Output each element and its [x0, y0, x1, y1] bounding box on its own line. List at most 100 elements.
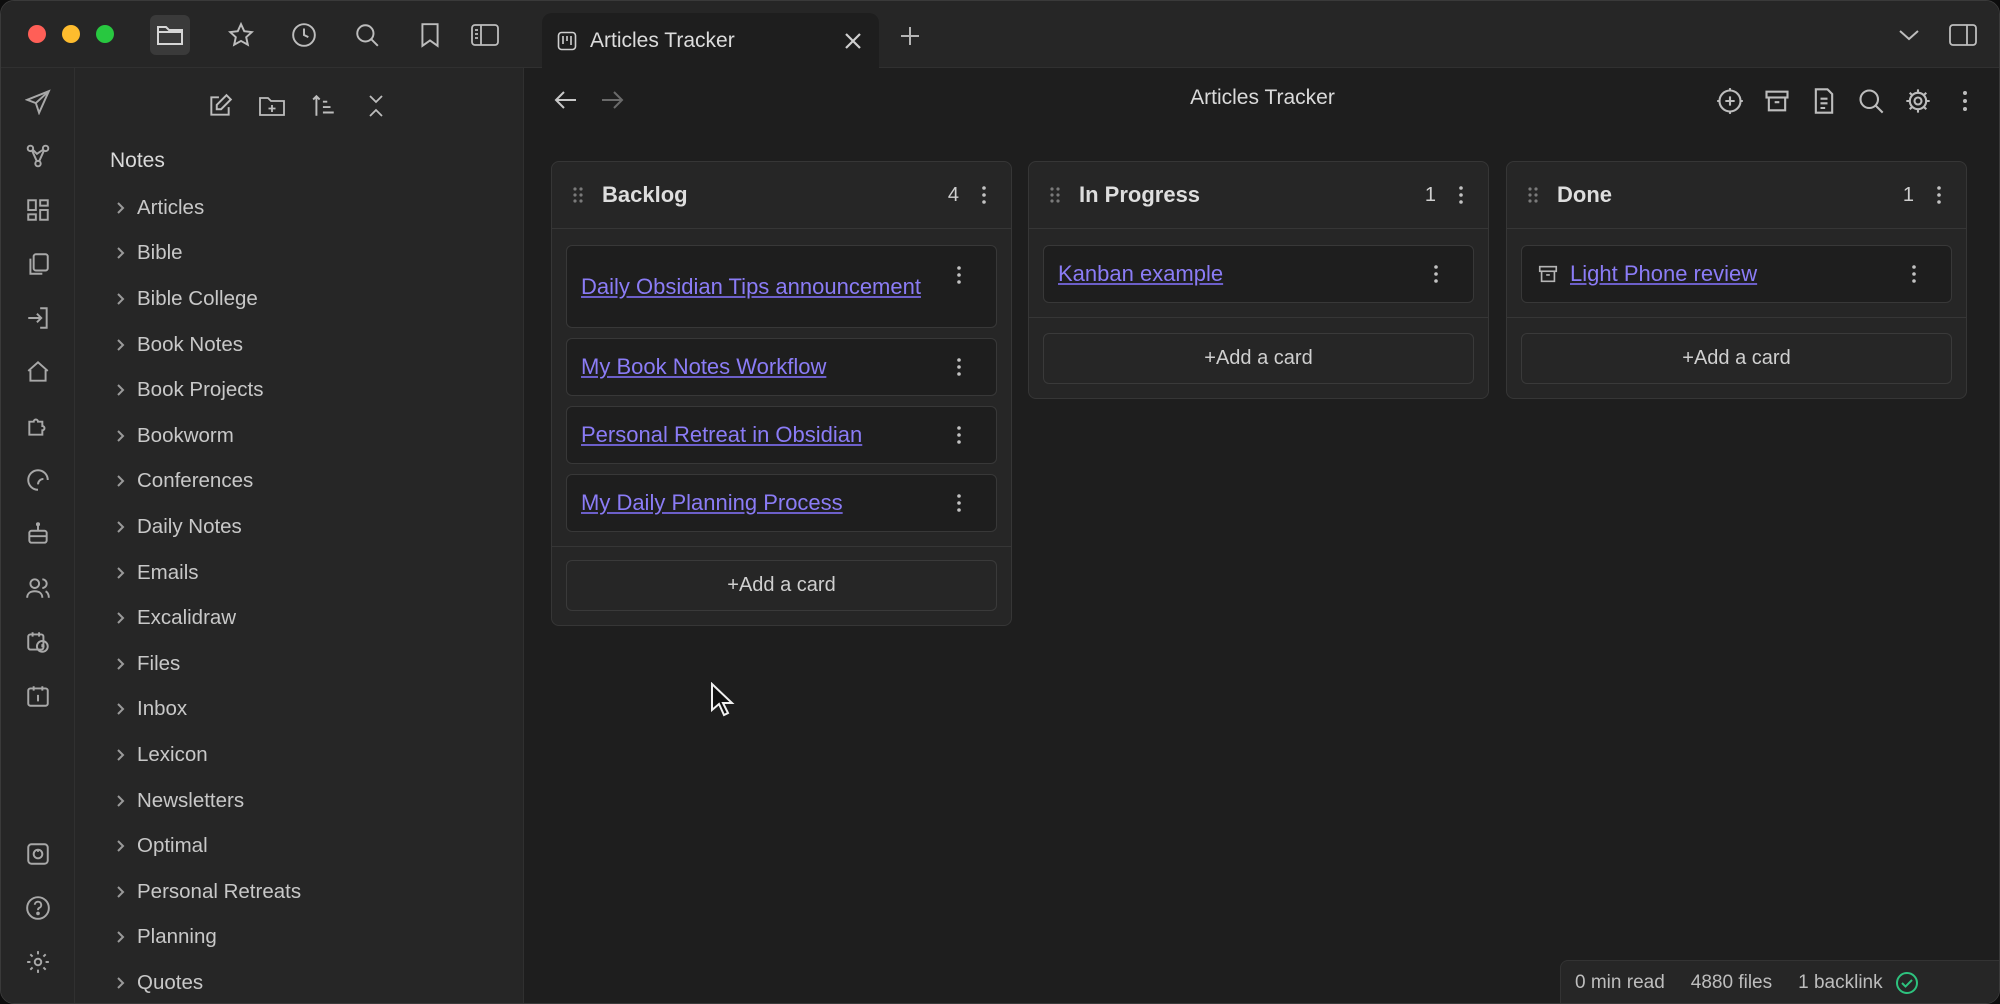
kanban-card[interactable]: Personal Retreat in Obsidian	[566, 406, 997, 464]
card-menu-icon[interactable]	[944, 352, 974, 382]
folder-item[interactable]: Excalidraw	[109, 595, 509, 641]
add-list-plus-circle-icon[interactable]	[1711, 82, 1748, 119]
home-icon[interactable]	[19, 353, 57, 391]
back-arrow-icon[interactable]	[548, 82, 584, 118]
new-note-icon[interactable]	[200, 86, 240, 126]
folder-label: Planning	[137, 925, 217, 949]
plugin-puzzle-icon[interactable]	[19, 407, 57, 445]
card-link[interactable]: Daily Obsidian Tips announcement	[567, 272, 944, 302]
kanban-card[interactable]: Kanban example	[1043, 245, 1474, 303]
help-question-icon[interactable]	[19, 889, 57, 927]
file-explorer-toolbar	[200, 86, 396, 126]
folder-item[interactable]: Bible College	[109, 276, 509, 322]
folder-label: Personal Retreats	[137, 879, 302, 903]
lane-title[interactable]: Done	[1557, 182, 1903, 208]
bookmarks-icon[interactable]	[410, 15, 450, 55]
card-link[interactable]: My Daily Planning Process	[567, 488, 944, 518]
card-menu-icon[interactable]	[944, 420, 974, 450]
add-card-button[interactable]: +Add a card	[1043, 333, 1474, 384]
file-explorer-icon[interactable]	[150, 15, 190, 55]
vault-name[interactable]: Notes	[110, 149, 165, 173]
import-login-icon[interactable]	[19, 299, 57, 337]
vault-switcher-icon[interactable]	[19, 835, 57, 873]
add-card-button[interactable]: +Add a card	[566, 560, 997, 611]
more-options-icon[interactable]	[1946, 82, 1983, 119]
folder-item[interactable]: Optimal	[109, 823, 509, 869]
bookmark-star-icon[interactable]	[221, 15, 261, 55]
card-menu-icon[interactable]	[1899, 259, 1929, 289]
settings-gear-icon[interactable]	[19, 943, 57, 981]
folder-item[interactable]: Book Projects	[109, 367, 509, 413]
tab-list-chevron-down-icon[interactable]	[1889, 15, 1929, 55]
kanban-board-icon	[556, 30, 578, 52]
toggle-right-sidebar-icon[interactable]	[1943, 15, 1983, 55]
close-window-button[interactable]	[28, 25, 46, 43]
toggle-left-sidebar-icon[interactable]	[465, 15, 505, 55]
lane-title[interactable]: In Progress	[1079, 182, 1425, 208]
collapse-all-icon[interactable]	[356, 86, 396, 126]
add-card-button[interactable]: +Add a card	[1521, 333, 1952, 384]
minimize-window-button[interactable]	[62, 25, 80, 43]
drag-handle-icon[interactable]	[1045, 185, 1065, 205]
card-link[interactable]: My Book Notes Workflow	[567, 352, 944, 382]
folder-item[interactable]: Personal Retreats	[109, 869, 509, 915]
new-tab-plus-icon[interactable]	[891, 17, 929, 55]
daily-note-calendar-icon[interactable]	[19, 677, 57, 715]
lane-menu-icon[interactable]	[1446, 180, 1476, 210]
folder-item[interactable]: Lexicon	[109, 732, 509, 778]
send-paper-plane-icon[interactable]	[19, 83, 57, 121]
card-link[interactable]: Kanban example	[1044, 259, 1421, 289]
folder-item[interactable]: Emails	[109, 550, 509, 596]
maximize-window-button[interactable]	[96, 25, 114, 43]
drag-handle-icon[interactable]	[568, 185, 588, 205]
folder-item[interactable]: Conferences	[109, 459, 509, 505]
folder-item[interactable]: Daily Notes	[109, 504, 509, 550]
archive-box-icon[interactable]	[1758, 82, 1795, 119]
folder-item[interactable]: Newsletters	[109, 778, 509, 824]
kanban-card[interactable]: My Daily Planning Process	[566, 474, 997, 532]
lane-menu-icon[interactable]	[969, 180, 999, 210]
card-link[interactable]: Personal Retreat in Obsidian	[567, 420, 944, 450]
card-menu-icon[interactable]	[944, 260, 974, 290]
lane-title[interactable]: Backlog	[602, 182, 948, 208]
folder-label: Articles	[137, 195, 205, 219]
folder-item[interactable]: Bookworm	[109, 413, 509, 459]
card-menu-icon[interactable]	[1421, 259, 1451, 289]
dashboard-grid-icon[interactable]	[19, 191, 57, 229]
lane-header: Backlog 4	[552, 162, 1011, 229]
drag-handle-icon[interactable]	[1523, 185, 1543, 205]
robot-icon[interactable]	[19, 515, 57, 553]
calendar-clock-icon[interactable]	[19, 623, 57, 661]
folder-item[interactable]: Book Notes	[109, 322, 509, 368]
graph-view-icon[interactable]	[19, 137, 57, 175]
tab-articles-tracker[interactable]: Articles Tracker	[542, 13, 879, 69]
kanban-card[interactable]: My Book Notes Workflow	[566, 338, 997, 396]
close-tab-icon[interactable]	[835, 23, 871, 59]
kanban-card[interactable]: Light Phone review	[1521, 245, 1952, 303]
sort-order-icon[interactable]	[304, 86, 344, 126]
folder-item[interactable]: Inbox	[109, 687, 509, 733]
readwise-arc-icon[interactable]	[19, 461, 57, 499]
card-menu-icon[interactable]	[944, 488, 974, 518]
folder-item[interactable]: Planning	[109, 915, 509, 961]
tab-title: Articles Tracker	[590, 29, 735, 52]
board-settings-gear-icon[interactable]	[1899, 82, 1936, 119]
lane-menu-icon[interactable]	[1924, 180, 1954, 210]
people-users-icon[interactable]	[19, 569, 57, 607]
new-folder-icon[interactable]	[252, 86, 292, 126]
open-as-markdown-icon[interactable]	[1805, 82, 1842, 119]
sync-status-check-icon[interactable]	[1895, 971, 1919, 995]
kanban-card[interactable]: Daily Obsidian Tips announcement	[566, 245, 997, 328]
copy-documents-icon[interactable]	[19, 245, 57, 283]
folder-item[interactable]: Files	[109, 641, 509, 687]
folder-item[interactable]: Quotes	[109, 960, 509, 1003]
recent-files-clock-icon[interactable]	[284, 15, 324, 55]
forward-arrow-icon[interactable]	[594, 82, 630, 118]
search-board-icon[interactable]	[1852, 82, 1889, 119]
folder-item[interactable]: Bible	[109, 231, 509, 277]
lane-card-count: 1	[1902, 183, 1914, 206]
card-link[interactable]: Light Phone review	[1560, 259, 1899, 289]
folder-item[interactable]: Articles	[109, 185, 509, 231]
search-icon[interactable]	[347, 15, 387, 55]
backlink-count[interactable]: 1 backlink	[1798, 972, 1883, 994]
